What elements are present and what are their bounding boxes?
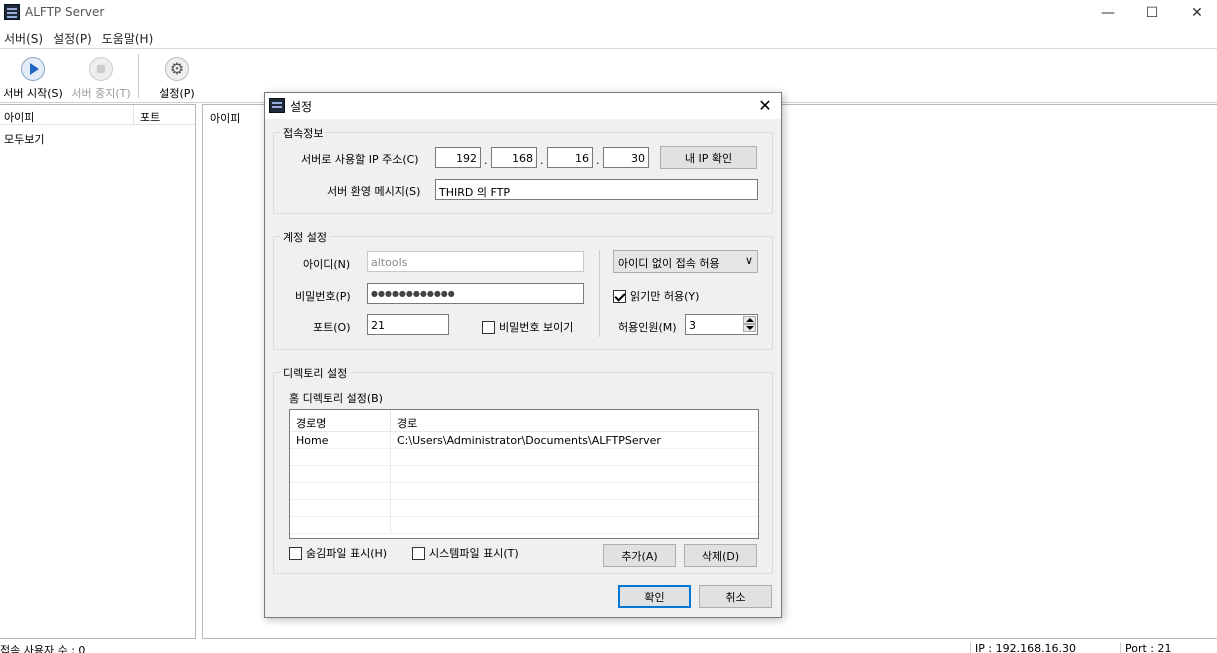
show-password-label: 비밀번호 보이기 xyxy=(499,321,574,334)
ip-octet-2[interactable]: 168 xyxy=(491,147,537,168)
ip-address-label: 서버로 사용할 IP 주소(C) xyxy=(301,153,419,166)
status-port: Port : 21 xyxy=(1120,642,1172,653)
column-header-path-name[interactable]: 경로명 xyxy=(290,410,391,431)
status-user-count: 접속 사용자 수 : 0 xyxy=(0,644,86,653)
list-header: 아이피 포트 xyxy=(0,105,195,125)
table-row-empty xyxy=(290,517,758,534)
spin-down-icon[interactable] xyxy=(743,324,756,332)
column-header-path[interactable]: 경로 xyxy=(391,410,758,431)
cancel-button[interactable]: 취소 xyxy=(699,585,772,608)
delete-directory-button[interactable]: 삭제(D) xyxy=(684,544,757,567)
add-directory-button[interactable]: 추가(A) xyxy=(603,544,676,567)
ip-dot-3: . xyxy=(596,154,600,167)
anonymous-access-select[interactable]: 아이디 없이 접속 허용 ∨ xyxy=(613,250,758,273)
id-label: 아이디(N) xyxy=(303,258,351,271)
ip-octet-3[interactable]: 16 xyxy=(547,147,593,168)
id-input[interactable]: altools xyxy=(367,251,584,272)
port-label: 포트(O) xyxy=(313,321,351,334)
list-item-view-all[interactable]: 모두보기 xyxy=(0,125,195,153)
check-my-ip-button[interactable]: 내 IP 확인 xyxy=(660,146,757,169)
menu-settings[interactable]: 설정(P) xyxy=(49,27,96,47)
max-users-spinner[interactable]: 3 xyxy=(685,314,758,335)
dialog-close-icon[interactable]: ✕ xyxy=(753,95,777,117)
status-ip: IP : 192.168.16.30 xyxy=(970,642,1076,653)
stop-server-button[interactable]: 서버 중지(T) xyxy=(70,54,132,100)
read-only-box[interactable] xyxy=(613,289,626,303)
ip-octet-4[interactable]: 30 xyxy=(603,147,649,168)
minimize-button[interactable]: — xyxy=(1085,0,1131,26)
show-password-checkbox[interactable]: 비밀번호 보이기 xyxy=(482,319,573,335)
connection-list-pane[interactable]: 아이피 포트 모두보기 xyxy=(0,104,196,639)
play-icon xyxy=(21,57,45,81)
status-bar: 접속 사용자 수 : 0 IP : 192.168.16.30 Port : 2… xyxy=(0,640,1217,653)
table-row-empty xyxy=(290,500,758,517)
row-path-name: Home xyxy=(290,432,391,448)
read-only-checkbox[interactable]: 읽기만 허용(Y) xyxy=(613,288,699,304)
show-system-files-label: 시스템파일 표시(T) xyxy=(429,547,519,560)
max-users-value: 3 xyxy=(689,319,696,332)
account-divider xyxy=(599,250,600,337)
settings-dialog: 설정 ✕ 접속정보 서버로 사용할 IP 주소(C) 192 . 168 . 1… xyxy=(264,92,782,618)
menu-help[interactable]: 도움말(H) xyxy=(98,27,158,47)
anonymous-access-value: 아이디 없이 접속 허용 xyxy=(618,257,720,270)
password-input[interactable]: ●●●●●●●●●●●● xyxy=(367,283,584,304)
read-only-label: 읽기만 허용(Y) xyxy=(630,290,700,303)
title-bar: ALFTP Server — ☐ ✕ xyxy=(0,0,1217,26)
start-server-label: 서버 시작(S) xyxy=(3,87,63,100)
directory-group-label: 디렉토리 설정 xyxy=(280,365,351,381)
table-row-empty xyxy=(290,466,758,483)
welcome-message-label: 서버 환영 메시지(S) xyxy=(327,185,421,198)
table-row[interactable]: Home C:\Users\Administrator\Documents\AL… xyxy=(290,432,758,449)
table-row-empty xyxy=(290,449,758,466)
row-path: C:\Users\Administrator\Documents\ALFTPSe… xyxy=(397,434,661,447)
port-input[interactable]: 21 xyxy=(367,314,449,335)
menu-separator xyxy=(0,48,1217,49)
table-header: 경로명 경로 xyxy=(290,410,758,432)
show-hidden-files-box[interactable] xyxy=(289,546,302,560)
welcome-message-input[interactable]: THIRD 의 FTP xyxy=(435,179,758,200)
start-server-button[interactable]: 서버 시작(S) xyxy=(2,54,64,100)
max-users-label: 허용인원(M) xyxy=(618,321,677,334)
gear-icon: ⚙ xyxy=(165,57,189,81)
app-icon xyxy=(4,4,20,20)
menu-server[interactable]: 서버(S) xyxy=(0,27,47,47)
directory-table[interactable]: 경로명 경로 Home C:\Users\Administrator\Docum… xyxy=(289,409,759,539)
spin-up-icon[interactable] xyxy=(743,316,756,324)
menu-bar: 서버(S) 설정(P) 도움말(H) xyxy=(0,27,159,47)
chevron-down-icon: ∨ xyxy=(744,254,753,267)
column-header-port[interactable]: 포트 xyxy=(134,105,166,124)
stop-icon xyxy=(89,57,113,81)
show-system-files-box[interactable] xyxy=(412,546,425,560)
close-button[interactable]: ✕ xyxy=(1174,0,1217,26)
table-row-empty xyxy=(290,483,758,500)
show-password-box[interactable] xyxy=(482,320,495,334)
ip-dot-2: . xyxy=(540,154,544,167)
dialog-title: 설정 xyxy=(290,100,313,114)
spinner-buttons xyxy=(743,316,756,333)
settings-button[interactable]: ⚙ 설정(P) xyxy=(156,54,198,100)
ok-button[interactable]: 확인 xyxy=(618,585,691,608)
show-hidden-files-label: 숨김파일 표시(H) xyxy=(306,547,388,560)
column-header-ip[interactable]: 아이피 xyxy=(0,105,134,124)
ip-octet-1[interactable]: 192 xyxy=(435,147,481,168)
dialog-app-icon xyxy=(269,98,285,113)
ip-dot-1: . xyxy=(484,154,488,167)
account-group-label: 계정 설정 xyxy=(280,229,330,245)
connection-group: 접속정보 xyxy=(273,125,773,214)
show-hidden-files-checkbox[interactable]: 숨김파일 표시(H) xyxy=(289,545,387,561)
home-directory-label: 홈 디렉토리 설정(B) xyxy=(289,392,383,405)
show-system-files-checkbox[interactable]: 시스템파일 표시(T) xyxy=(412,545,519,561)
window-title: ALFTP Server xyxy=(25,5,105,19)
dialog-title-bar: 설정 ✕ xyxy=(265,93,781,119)
password-label: 비밀번호(P) xyxy=(295,290,351,303)
stop-server-label: 서버 중지(T) xyxy=(71,87,131,100)
connection-group-label: 접속정보 xyxy=(280,125,327,141)
toolbar-divider xyxy=(138,54,139,98)
maximize-button[interactable]: ☐ xyxy=(1129,0,1175,26)
settings-label: 설정(P) xyxy=(159,87,195,100)
